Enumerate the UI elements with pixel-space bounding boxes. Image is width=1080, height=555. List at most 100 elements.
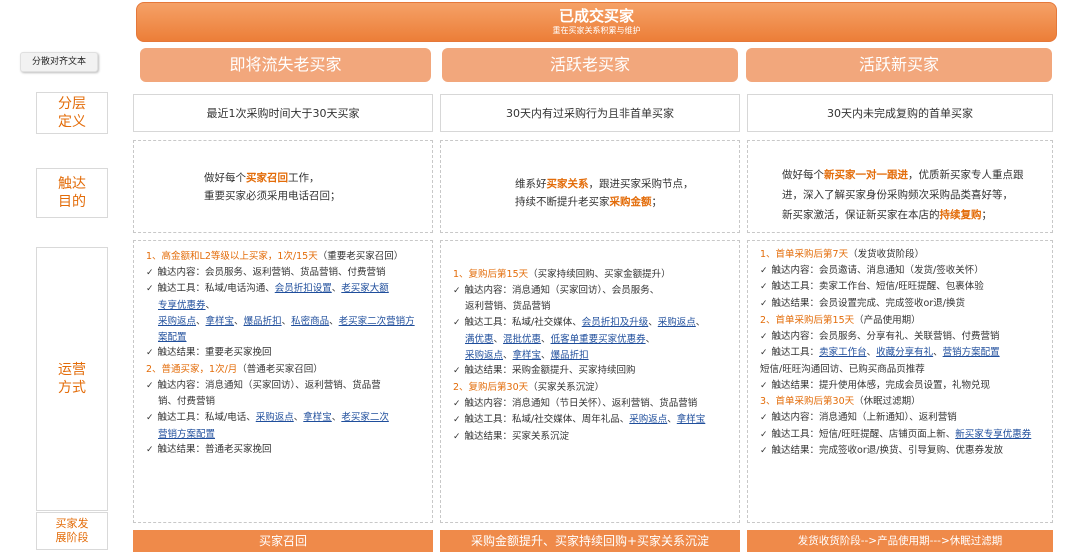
ops-3-content-3: 触达内容：消息通知（上新通知）、返利营销 xyxy=(760,410,1046,427)
ops-2-result-1: 触达结果：采购金额提升、买家持续回购 xyxy=(453,363,733,380)
distribute-align-text-tag[interactable]: 分散对齐文本 xyxy=(20,52,98,72)
goal-1-line2: 重要买家必须采用电话召回； xyxy=(204,190,341,202)
ops-2-content-cont: 返利营销、货品营销 xyxy=(465,301,551,313)
link-low-order-coupon[interactable]: 低客单重要买家优惠券 xyxy=(551,334,646,345)
ops-3-tools-2-cont: 短信/旺旺沟通回访、已购买商品页推荐 xyxy=(760,363,925,375)
ops-3-heading-1: 1、首单采购后第7天（发货收货阶段） xyxy=(760,249,925,260)
ops-1-heading-2: 2、普通买家，1次/月（普通老买家召回） xyxy=(146,363,323,375)
goal-3-line3: 新买家激活，保证新买家在本店的持续复购； xyxy=(782,209,992,221)
goal-cell-1: 做好每个买家召回工作， 重要买家必须采用电话召回； xyxy=(133,140,433,233)
ops-3-heading-2: 2、首单采购后第15天（产品使用期） xyxy=(760,314,921,326)
ops-2-content-2: 触达内容：消息通知（节日关怀）、返利营销、货品营销 xyxy=(453,396,733,413)
link-old-buyer-coupon[interactable]: 老买家大额 xyxy=(341,283,389,294)
ops-cell-2: 1、复购后第15天（买家持续回购、买家金额提升） 触达内容：消息通知（买家回访）… xyxy=(440,240,740,523)
link-sample-treasure[interactable]: 拿样宝 xyxy=(206,316,235,327)
link-remarketing-2-cont[interactable]: 营销方案配置 xyxy=(158,429,215,440)
link-purchase-rebate-c2[interactable]: 采购返点 xyxy=(658,317,696,328)
ops-2-tools-2: 触达工具：私域/社交媒体、周年礼品、采购返点、拿样宝 xyxy=(453,412,733,429)
ops-1-result-1: 触达结果：重要老买家挽回 xyxy=(146,345,426,362)
stage-bar-2: 采购金额提升、买家持续回购+买家关系沉淀 xyxy=(440,530,740,552)
row-label-definition-line2: 定义 xyxy=(58,114,86,130)
ops-2-content: 触达内容：消息通知（买家回访）、会员服务、 xyxy=(453,283,733,300)
ops-cell-1: 1、高金额和L2等级以上买家，1次/15天（重要老买家召回） 触达内容：会员服务… xyxy=(133,240,433,523)
link-private-goods[interactable]: 私密商品 xyxy=(291,316,329,327)
ops-3-result-2: 触达结果：提升使用体感，完成会员设置，礼物兑现 xyxy=(760,378,1046,395)
column-header-active-old-buyers: 活跃老买家 xyxy=(442,48,738,82)
link-remarketing-plan-cont[interactable]: 案配置 xyxy=(158,332,187,343)
ops-2-heading-2: 2、复购后第30天（买家关系沉淀） xyxy=(453,381,605,393)
row-label-ops-line2: 方式 xyxy=(58,380,86,396)
ops-3-tools-1: 触达工具：卖家工作台、短信/旺旺提醒、包裹体验 xyxy=(760,279,1046,296)
ops-3-content-1: 触达内容：会员邀请、消息通知（发货/签收关怀） xyxy=(760,263,1046,280)
ops-3-result-3: 触达结果：完成签收or退/换货、引导复购、优惠券发放 xyxy=(760,443,1046,460)
link-marketing-plan[interactable]: 营销方案配置 xyxy=(943,347,1000,358)
definition-cell-3: 30天内未完成复购的首单买家 xyxy=(747,94,1053,132)
ops-2-tools-cont1: 满优惠、混批优惠、低客单重要买家优惠券、 xyxy=(465,333,656,345)
page-banner: 已成交买家 重在买家关系积累与维护 xyxy=(136,2,1057,42)
link-mixed-batch[interactable]: 混批优惠 xyxy=(503,334,541,345)
link-sample-treasure-c2b[interactable]: 拿样宝 xyxy=(677,414,706,425)
stage-bar-1: 买家召回 xyxy=(133,530,433,552)
link-member-discount[interactable]: 会员折扣设置 xyxy=(275,283,332,294)
row-label-definition-line1: 分层 xyxy=(58,96,86,112)
ops-1-heading-1: 1、高金额和L2等级以上买家，1次/15天（重要老买家召回） xyxy=(146,251,404,262)
column-header-churning-old-buyers: 即将流失老买家 xyxy=(140,48,431,82)
row-label-goal: 触达 目的 xyxy=(36,168,108,218)
row-label-stage: 买家发 展阶段 xyxy=(36,512,108,550)
ops-1-tools-2: 触达工具：私域/电话、采购返点、拿样宝、老买家二次 xyxy=(146,410,426,427)
goal-2-line1: 维系好买家关系，跟进买家采购节点， xyxy=(515,178,694,190)
ops-1-tools-cont3: 案配置 xyxy=(146,330,426,346)
ops-1-tools-cont2: 采购返点、拿样宝、爆品折扣、私密商品、老买家二次营销方 xyxy=(158,315,415,327)
definition-cell-2: 30天内有过采购行为且非首单买家 xyxy=(440,94,740,132)
ops-1-tools-cont1: 专享优惠券、 xyxy=(158,300,216,312)
banner-title: 已成交买家 xyxy=(558,7,634,25)
ops-3-result-1: 触达结果：会员设置完成、完成签收or退/换货 xyxy=(760,296,1046,313)
ops-2-result-2: 触达结果：买家关系沉淀 xyxy=(453,429,733,446)
goal-3-line1: 做好每个新买家一对一跟进，优质新买家专人重点跟 xyxy=(782,169,1024,181)
banner-subtitle: 重在买家关系积累与维护 xyxy=(552,26,641,35)
link-purchase-rebate-c2b[interactable]: 采购返点 xyxy=(465,350,503,361)
goal-2-line2: 持续不断提升老买家采购金额； xyxy=(515,196,662,208)
link-purchase-rebate-2[interactable]: 采购返点 xyxy=(256,412,294,423)
ops-1-tools: 触达工具：私域/电话沟通、会员折扣设置、老买家大额 xyxy=(146,281,426,298)
link-full-discount[interactable]: 满优惠 xyxy=(465,334,494,345)
link-sample-treasure-c2[interactable]: 拿样宝 xyxy=(513,350,542,361)
link-remarketing-2[interactable]: 老买家二次 xyxy=(341,412,389,423)
row-label-stage-line1: 买家发 xyxy=(55,517,89,530)
row-label-operations: 运营 方式 xyxy=(36,247,108,511)
link-sample-treasure-2[interactable]: 拿样宝 xyxy=(303,412,332,423)
goal-1-line1: 做好每个买家召回工作， xyxy=(204,172,320,184)
ops-1-tools-2-cont: 营销方案配置 xyxy=(146,427,426,443)
row-label-stage-line2: 展阶段 xyxy=(55,531,89,544)
ops-1-content-2: 触达内容：消息通知（买家回访）、返利营销、货品营 xyxy=(146,378,426,395)
row-label-ops-line1: 运营 xyxy=(58,362,86,378)
ops-3-tools-3: 触达工具：短信/旺旺提醒、店铺页面上新、新买家专享优惠券 xyxy=(760,427,1046,444)
link-new-buyer-coupon[interactable]: 新买家专享优惠券 xyxy=(955,429,1031,440)
ops-2-tools-cont2: 采购返点、拿样宝、爆品折扣 xyxy=(465,349,589,361)
stage-bar-3: 发货收货阶段-->产品使用期--->休眠过滤期 xyxy=(747,530,1053,552)
column-header-active-new-buyers: 活跃新买家 xyxy=(746,48,1052,82)
ops-1-result-2: 触达结果：普通老买家挽回 xyxy=(146,442,426,459)
link-hot-item-discount-c2[interactable]: 爆品折扣 xyxy=(551,350,589,361)
link-exclusive-coupon[interactable]: 专享优惠券 xyxy=(158,300,206,311)
ops-3-content-2: 触达内容：会员服务、分享有礼、关联营销、付费营销 xyxy=(760,329,1046,346)
link-hot-item-discount[interactable]: 爆品折扣 xyxy=(244,316,282,327)
ops-2-tools: 触达工具：私域/社交媒体、会员折扣及升级、采购返点、 xyxy=(453,315,733,332)
goal-cell-3: 做好每个新买家一对一跟进，优质新买家专人重点跟 进，深入了解买家身份采购频次采购… xyxy=(747,140,1053,233)
row-label-goal-line1: 触达 xyxy=(58,176,86,192)
row-label-definition: 分层 定义 xyxy=(36,92,108,134)
ops-3-tools-2: 触达工具：卖家工作台、收藏分享有礼、营销方案配置 xyxy=(760,345,1046,362)
goal-cell-2: 维系好买家关系，跟进买家采购节点， 持续不断提升老买家采购金额； xyxy=(440,140,740,233)
link-member-discount-upgrade[interactable]: 会员折扣及升级 xyxy=(582,317,649,328)
definition-cell-1: 最近1次采购时间大于30天买家 xyxy=(133,94,433,132)
link-favorite-share-gift[interactable]: 收藏分享有礼 xyxy=(876,347,933,358)
ops-1-content-2-cont: 销、付费营销 xyxy=(158,396,216,408)
row-label-goal-line2: 目的 xyxy=(58,194,86,210)
link-purchase-rebate[interactable]: 采购返点 xyxy=(158,316,196,327)
goal-3-line2: 进，深入了解买家身份采购频次采购品类喜好等， xyxy=(782,189,1013,201)
ops-1-content: 触达内容：会员服务、返利营销、货品营销、付费营销 xyxy=(146,265,426,282)
link-purchase-rebate-c2c[interactable]: 采购返点 xyxy=(629,414,667,425)
link-remarketing-plan[interactable]: 老买家二次营销方 xyxy=(339,316,415,327)
ops-3-heading-3: 3、首单采购后第30天（休眠过滤期） xyxy=(760,396,921,408)
link-seller-workbench[interactable]: 卖家工作台 xyxy=(819,347,867,358)
